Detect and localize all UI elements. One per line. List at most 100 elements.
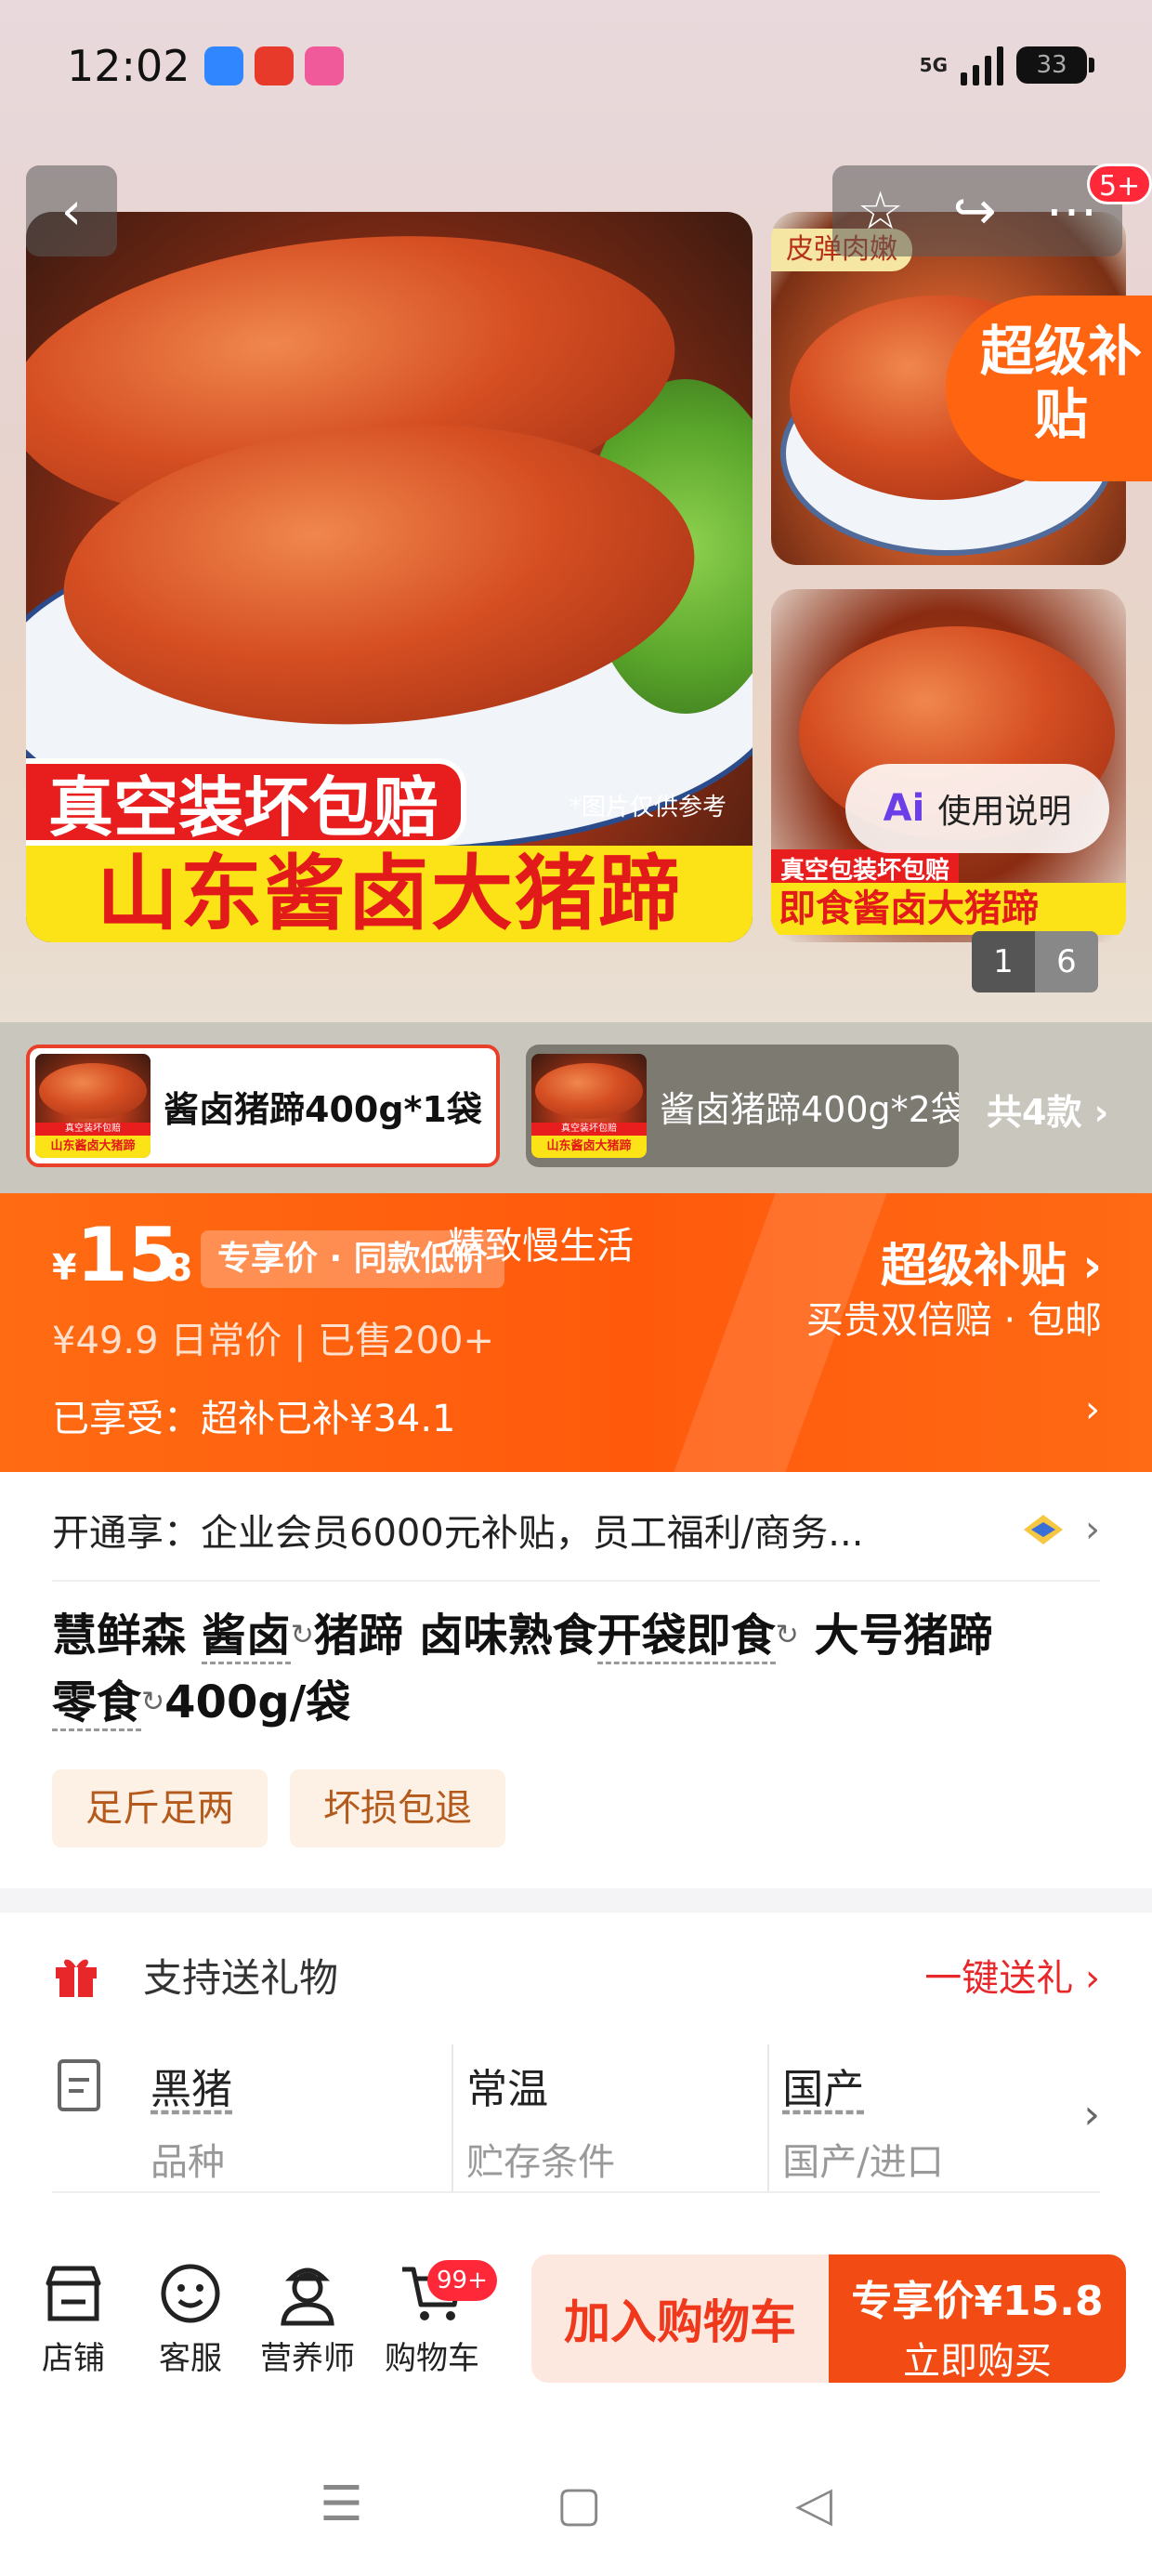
spec-key: 国产/进口: [782, 2141, 944, 2184]
price-banner: ¥ 15 .8 专享价 · 同款低价 精致慢生活 超级补贴 › 买贵双倍赔 · …: [0, 1193, 1152, 1472]
home-icon[interactable]: ▢: [556, 2477, 602, 2532]
member-badge-icon: [1020, 1511, 1067, 1548]
spec-value: 国产: [782, 2066, 865, 2113]
customer-service-label: 客服: [159, 2340, 222, 2377]
ai-icon: Ai: [883, 787, 925, 830]
customer-service-button[interactable]: 客服: [130, 2254, 251, 2378]
buy-now-button[interactable]: 专享价¥15.8 立即购买: [829, 2254, 1126, 2383]
search-ref-icon: ↻: [141, 1686, 165, 1718]
battery-level: 33: [1036, 51, 1067, 79]
variant-count-link[interactable]: 共4款 ›: [987, 1084, 1108, 1135]
title-keyword-link[interactable]: 开袋即食: [596, 1610, 776, 1664]
price-currency: ¥: [52, 1247, 77, 1288]
image-counter: 1 6: [972, 931, 1098, 992]
variant-option[interactable]: 真空装坏包赔 山东酱卤大猪蹄 酱卤猪蹄400g*1袋: [26, 1045, 500, 1167]
chevron-left-icon: ‹: [60, 180, 83, 242]
chevron-right-icon: ›: [1085, 1508, 1100, 1551]
store-label: 店铺: [42, 2340, 105, 2377]
product-brand: 慧鲜森: [52, 1610, 202, 1662]
variant-label: 酱卤猪蹄400g*1袋: [164, 1088, 482, 1130]
back-icon[interactable]: ◁: [795, 2477, 832, 2532]
main-banner-note: *图片仅供参考: [569, 794, 727, 821]
add-to-cart-button[interactable]: 加入购物车: [531, 2254, 829, 2383]
side-banner-top: 真空包装坏包赔: [771, 849, 960, 887]
super-subsidy-label: 超级补贴: [979, 320, 1142, 446]
app-notification-icon: [255, 46, 294, 85]
service-tags: 足斤足两 坏损包退: [52, 1769, 505, 1847]
variant-option[interactable]: 真空装坏包赔 山东酱卤大猪蹄 酱卤猪蹄400g*2袋: [526, 1045, 959, 1167]
status-bar: 12:02 5G 33: [0, 0, 1152, 139]
store-icon: [13, 2254, 134, 2333]
service-tag: 足斤足两: [52, 1769, 268, 1847]
gift-icon: [52, 1951, 100, 1999]
bottom-action-bar: 店铺 客服 营养师 购物车 99+ 加入购物车 专享价¥15.8 立即购买: [0, 2240, 1152, 2416]
super-subsidy-badge[interactable]: 超级补贴: [946, 296, 1152, 481]
buy-now-price: 专享价¥15.8: [851, 2278, 1104, 2325]
cart-label: 购物车: [385, 2340, 479, 2377]
main-banner-top: 真空装坏包赔: [26, 758, 466, 846]
main-banner-bottom: 山东酱卤大猪蹄: [26, 846, 753, 942]
title-text: 猪蹄 卤味熟食: [313, 1610, 597, 1662]
side-banner-bottom: 即食酱卤大猪蹄: [771, 883, 1126, 935]
star-icon[interactable]: ☆: [857, 181, 903, 242]
menu-icon[interactable]: ☰: [320, 2477, 363, 2532]
title-keyword-link[interactable]: 零食: [52, 1676, 142, 1731]
variant-thumbnail: 真空装坏包赔 山东酱卤大猪蹄: [531, 1054, 647, 1158]
service-tag: 坏损包退: [290, 1769, 505, 1847]
member-text: 开通享：企业会员6000元补贴，员工福利/商务...: [52, 1512, 864, 1555]
battery-icon: 33: [1016, 46, 1094, 84]
variant-label: 酱卤猪蹄400g*2袋: [660, 1088, 959, 1130]
title-keyword-link[interactable]: 酱卤: [201, 1610, 291, 1664]
use-guide-button[interactable]: Ai 使用说明: [845, 764, 1109, 853]
super-subsidy-link[interactable]: 超级补贴 ›: [881, 1229, 1102, 1295]
share-icon[interactable]: ↪: [953, 181, 997, 242]
enterprise-member-row[interactable]: 开通享：企业会员6000元补贴，员工福利/商务... ›: [52, 1479, 1100, 1582]
chevron-right-icon: ›: [1083, 2091, 1100, 2138]
add-to-cart-label: 加入购物车: [564, 2295, 796, 2349]
nutritionist-button[interactable]: 营养师: [247, 2254, 368, 2378]
app-notification-icon: [305, 46, 344, 85]
title-text: 大号猪蹄: [798, 1610, 993, 1662]
send-gift-link[interactable]: 一键送礼 ›: [924, 1948, 1100, 2002]
gift-row[interactable]: 支持送礼物 一键送礼 ›: [52, 1942, 1100, 2007]
counter-total: 6: [1035, 931, 1098, 992]
original-price-sales: ¥49.9 日常价 | 已售200+: [52, 1320, 494, 1362]
status-time: 12:02: [67, 41, 190, 91]
network-type: 5G: [919, 54, 948, 76]
nutritionist-label: 营养师: [260, 2340, 355, 2377]
shop-name-overlay: 精致慢生活: [448, 1225, 634, 1268]
store-button[interactable]: 店铺: [13, 2254, 134, 2378]
spec-item: 常温 贮存条件: [452, 2044, 767, 2191]
search-ref-icon: ↻: [290, 1619, 314, 1651]
signal-icon: [961, 45, 1003, 85]
buy-now-label: 立即购买: [903, 2340, 1052, 2383]
use-guide-label: 使用说明: [937, 793, 1072, 831]
customer-service-icon: [130, 2254, 251, 2333]
subsidy-description: 买贵双倍赔 · 包邮: [805, 1299, 1102, 1342]
title-text: 400g/袋: [164, 1676, 351, 1728]
spec-value: 常温: [466, 2066, 549, 2113]
back-button[interactable]: ‹: [26, 165, 117, 256]
product-title: 慧鲜森 酱卤↻猪蹄 卤味熟食开袋即食↻ 大号猪蹄 零食↻400g/袋: [52, 1602, 1102, 1736]
variant-thumbnail: 真空装坏包赔 山东酱卤大猪蹄: [35, 1054, 151, 1158]
main-product-image[interactable]: 真空装坏包赔 *图片仅供参考 山东酱卤大猪蹄: [26, 212, 753, 942]
cart-badge: 99+: [427, 2260, 497, 2301]
spec-row[interactable]: 黑猪 品种 常温 贮存条件 国产 国产/进口 ›: [52, 2044, 1100, 2193]
search-ref-icon: ↻: [775, 1619, 799, 1651]
spec-item: 黑猪 品种: [151, 2044, 452, 2191]
app-notification-icon: [204, 46, 243, 85]
spec-item: 国产 国产/进口: [767, 2044, 1083, 2191]
spec-key: 品种: [151, 2141, 225, 2184]
variant-selector: 真空装坏包赔 山东酱卤大猪蹄 酱卤猪蹄400g*1袋 真空装坏包赔 山东酱卤大猪…: [0, 1022, 1152, 1193]
system-navigation-bar: ☰ ▢ ◁: [0, 2453, 1152, 2556]
spec-key: 贮存条件: [466, 2141, 616, 2184]
chevron-right-icon[interactable]: ›: [1085, 1388, 1100, 1431]
notification-badge: 5+: [1087, 164, 1152, 204]
section-divider: [0, 1888, 1152, 1912]
spec-value: 黑猪: [151, 2066, 232, 2113]
counter-current: 1: [972, 931, 1035, 992]
top-action-bar: ☆ ↪ ⋯: [832, 165, 1122, 256]
gift-label: 支持送礼物: [143, 1954, 339, 2001]
document-icon: [58, 2059, 100, 2111]
subsidy-enjoyed[interactable]: 已享受：超补已补¥34.1: [52, 1388, 456, 1442]
